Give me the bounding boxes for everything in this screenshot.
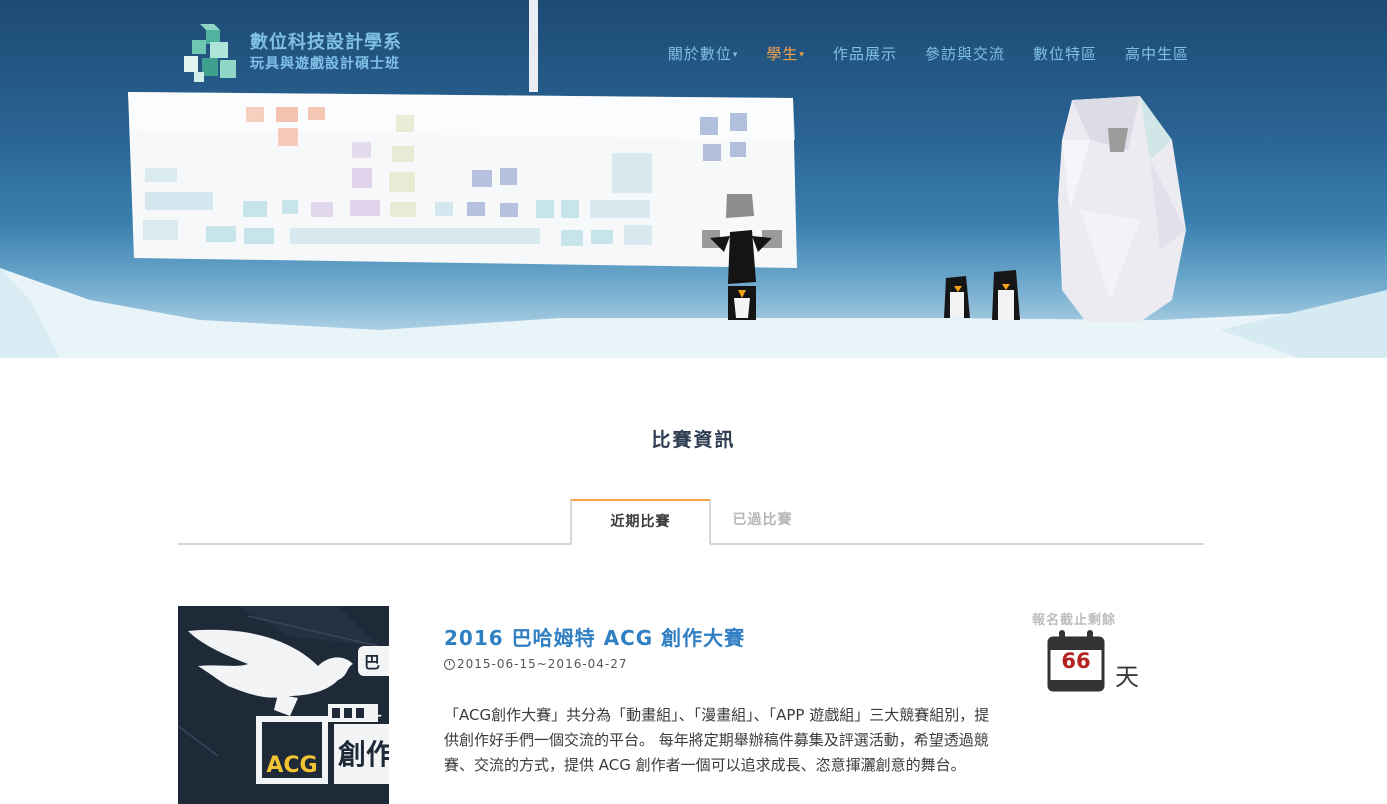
main-nav: 關於數位▾ 學生▾ 作品展示 參訪與交流 數位特區 高中生區 — [640, 43, 1189, 64]
chevron-down-icon: ▾ — [799, 50, 805, 60]
days-remaining: 66 — [1061, 649, 1091, 673]
nav-highschool[interactable]: 高中生區 — [1125, 43, 1189, 64]
nav-about-label: 關於數位 — [667, 45, 732, 63]
bubble-text: 巴 — [364, 653, 380, 672]
acg-logo-text: ACG — [266, 753, 317, 778]
competition-description: 「ACG創作大賽」共分為「動畫組」、「漫畫組」、「APP 遊戲組」三大競賽組別，… — [444, 706, 990, 774]
chuang-text: 創作 — [338, 738, 389, 771]
competition-date-text: 2015-06-15~2016-04-27 — [457, 657, 628, 671]
days-unit: 天 — [1115, 663, 1139, 691]
hero-banner: 數位科技設計學系 玩具與遊戲設計碩士班 關於數位▾ 學生▾ 作品展示 參訪與交流… — [0, 0, 1387, 358]
nav-students-label: 學生 — [766, 45, 799, 63]
logo-subtitle: 玩具與遊戲設計碩士班 — [250, 56, 400, 72]
nav-works[interactable]: 作品展示 — [833, 43, 897, 64]
site-logo[interactable]: 數位科技設計學系 玩具與遊戲設計碩士班 — [180, 22, 402, 84]
chevron-down-icon: ▾ — [732, 50, 739, 60]
nav-digital-zone[interactable]: 數位特區 — [1033, 43, 1097, 64]
nav-students[interactable]: 學生▾ — [766, 43, 805, 64]
tab-upcoming[interactable]: 近期比賽 — [570, 499, 711, 546]
section-title: 比賽資訊 — [651, 429, 736, 451]
svg-text:+: + — [371, 708, 383, 724]
nav-exchange[interactable]: 參訪與交流 — [925, 43, 1005, 64]
nav-about[interactable]: 關於數位▾ — [668, 43, 739, 64]
logo-title: 數位科技設計學系 — [250, 32, 402, 53]
competition-tabs: 近期比賽 已過比賽 — [178, 499, 1204, 546]
competition-image[interactable]: 巴 + ACG 創作 — [178, 606, 389, 804]
logo-cube-icon — [184, 24, 236, 82]
countdown-label: 報名截止剩餘 — [1032, 613, 1117, 628]
dragon-illustration: 巴 + ACG 創作 — [178, 606, 389, 804]
competition-title[interactable]: 2016 巴哈姆特 ACG 創作大賽 — [444, 622, 745, 651]
clock-icon — [444, 658, 455, 670]
calendar-icon: 66 — [1047, 630, 1105, 692]
competition-date: 2015-06-15~2016-04-27 — [444, 657, 628, 671]
tab-past[interactable]: 已過比賽 — [709, 499, 816, 542]
